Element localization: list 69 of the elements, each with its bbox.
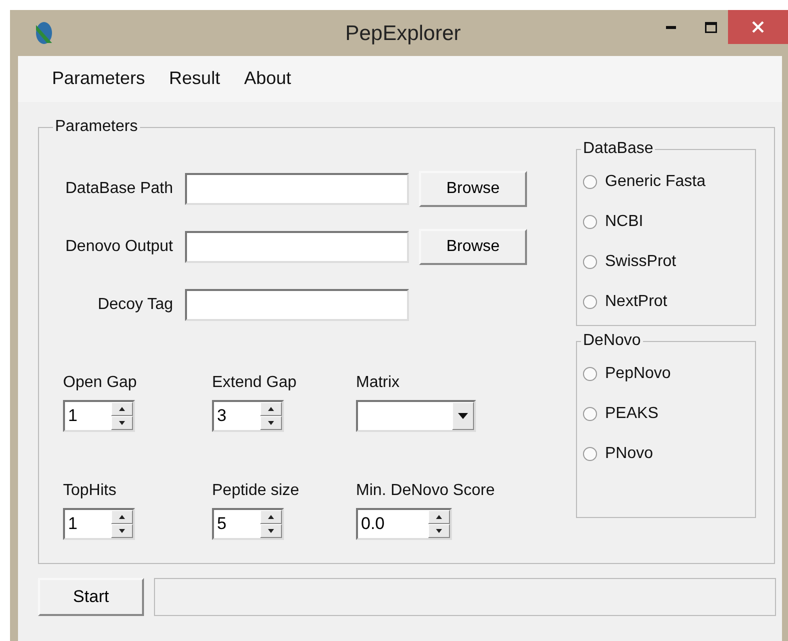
window-title: PepExplorer xyxy=(345,22,461,46)
number-spinner[interactable]: 0.0 xyxy=(356,508,452,540)
radio-button[interactable] xyxy=(583,215,597,229)
spin-down-button[interactable] xyxy=(260,416,282,430)
browse-button[interactable]: Browse xyxy=(419,229,527,265)
up-arrow-icon xyxy=(119,407,125,411)
up-arrow-icon xyxy=(268,407,274,411)
path-field[interactable] xyxy=(185,173,409,205)
menu-item[interactable]: Parameters xyxy=(40,68,158,102)
caret-icon xyxy=(458,413,468,419)
field-label: Denovo Output xyxy=(64,238,173,256)
down-arrow-icon xyxy=(119,421,125,425)
setting-label: Min. DeNovo Score xyxy=(356,482,496,500)
radio-label[interactable]: NCBI xyxy=(605,213,644,231)
spin-down-button[interactable] xyxy=(428,524,450,538)
down-arrow-icon xyxy=(119,529,125,533)
start-button[interactable]: Start xyxy=(38,578,144,616)
up-arrow-icon xyxy=(268,515,274,519)
close-icon xyxy=(752,21,764,33)
number-spinner[interactable]: 1 xyxy=(63,508,135,540)
radio-button[interactable] xyxy=(583,407,597,421)
number-spinner[interactable]: 1 xyxy=(63,400,135,432)
radio-label[interactable]: SwissProt xyxy=(605,253,676,271)
group-title: DataBase xyxy=(582,140,654,158)
path-field[interactable] xyxy=(185,231,409,263)
spin-down-button[interactable] xyxy=(111,524,133,538)
menu-item[interactable]: About xyxy=(232,68,304,102)
path-field[interactable] xyxy=(185,289,409,321)
group-title: DeNovo xyxy=(582,332,642,350)
number-spinner[interactable]: 5 xyxy=(212,508,284,540)
app-logo-icon xyxy=(34,21,54,45)
up-arrow-icon xyxy=(436,515,442,519)
spin-up-button[interactable] xyxy=(428,510,450,524)
setting-label: Peptide size xyxy=(212,482,300,500)
radio-label[interactable]: PEAKS xyxy=(605,405,658,423)
dropdown-button[interactable] xyxy=(452,402,474,430)
spin-up-button[interactable] xyxy=(111,402,133,416)
down-arrow-icon xyxy=(268,529,274,533)
close-button[interactable] xyxy=(728,10,788,44)
radio-button[interactable] xyxy=(583,367,597,381)
radio-label[interactable]: PNovo xyxy=(605,445,654,463)
radio-button[interactable] xyxy=(583,255,597,269)
minimize-icon xyxy=(666,26,676,28)
down-arrow-icon xyxy=(268,421,274,425)
down-arrow-icon xyxy=(436,529,442,533)
radio-button[interactable] xyxy=(583,295,597,309)
radio-button[interactable] xyxy=(583,175,597,189)
spin-up-button[interactable] xyxy=(260,510,282,524)
up-arrow-icon xyxy=(119,515,125,519)
number-spinner[interactable]: 3 xyxy=(212,400,284,432)
spin-down-button[interactable] xyxy=(111,416,133,430)
setting-label: TopHits xyxy=(63,482,118,500)
spin-down-button[interactable] xyxy=(260,524,282,538)
matrix-dropdown[interactable] xyxy=(356,400,476,432)
maximize-icon xyxy=(705,22,717,32)
setting-label: Open Gap xyxy=(63,374,138,392)
menu-item[interactable]: Result xyxy=(157,68,232,102)
spin-up-button[interactable] xyxy=(111,510,133,524)
setting-label: Matrix xyxy=(356,374,401,392)
radio-label[interactable]: PepNovo xyxy=(605,365,671,383)
spin-up-button[interactable] xyxy=(260,402,282,416)
radio-label[interactable]: NextProt xyxy=(605,293,668,311)
browse-button[interactable]: Browse xyxy=(419,171,527,207)
field-label: Decoy Tag xyxy=(96,296,173,314)
setting-label: Extend Gap xyxy=(212,374,298,392)
group-title: Parameters xyxy=(54,118,139,136)
radio-label[interactable]: Generic Fasta xyxy=(605,173,706,191)
field-label: DataBase Path xyxy=(64,180,173,198)
radio-button[interactable] xyxy=(583,447,597,461)
